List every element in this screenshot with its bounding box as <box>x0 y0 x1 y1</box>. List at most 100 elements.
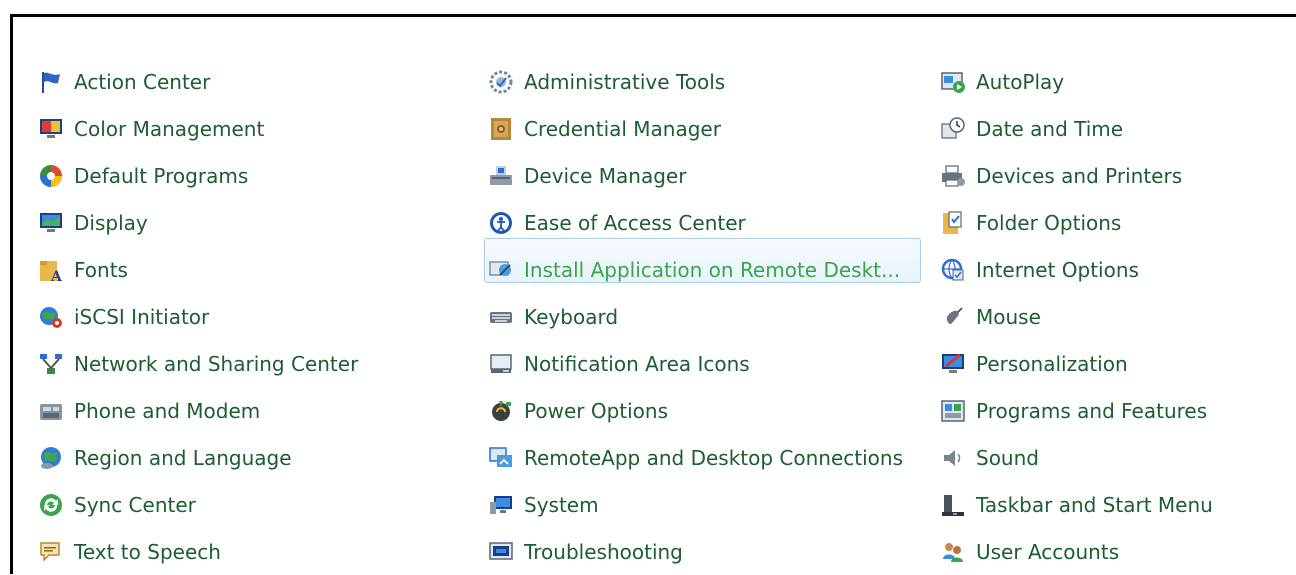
sync-icon <box>36 490 66 520</box>
item-system[interactable]: System <box>486 481 903 528</box>
printer-icon <box>938 161 968 191</box>
speech-icon <box>36 537 66 567</box>
item-administrative-tools[interactable]: Administrative Tools <box>486 58 903 105</box>
clock-icon <box>938 114 968 144</box>
network-icon <box>36 349 66 379</box>
item-label: Programs and Features <box>976 398 1208 423</box>
item-troubleshooting[interactable]: Troubleshooting <box>486 528 903 575</box>
item-label: Text to Speech <box>74 539 221 564</box>
item-label: Credential Manager <box>524 116 721 141</box>
item-phone-and-modem[interactable]: Phone and Modem <box>36 387 358 434</box>
item-internet-options[interactable]: Internet Options <box>938 246 1213 293</box>
item-label: Devices and Printers <box>976 163 1183 188</box>
item-date-and-time[interactable]: Date and Time <box>938 105 1213 152</box>
folder-options-icon <box>938 208 968 238</box>
item-label: Color Management <box>74 116 265 141</box>
item-label: Power Options <box>524 398 668 423</box>
item-label: Network and Sharing Center <box>74 351 359 376</box>
item-label: Fonts <box>74 257 128 282</box>
item-mouse[interactable]: Mouse <box>938 293 1213 340</box>
troubleshooting-icon <box>486 537 516 567</box>
item-ease-of-access-center[interactable]: Ease of Access Center <box>486 199 903 246</box>
device-manager-icon <box>486 161 516 191</box>
item-device-manager[interactable]: Device Manager <box>486 152 903 199</box>
admin-tools-icon <box>486 67 516 97</box>
item-label: Administrative Tools <box>524 69 726 94</box>
default-programs-icon <box>36 161 66 191</box>
system-icon <box>486 490 516 520</box>
item-label: Display <box>74 210 148 235</box>
item-label: System <box>524 492 599 517</box>
autoplay-icon <box>938 67 968 97</box>
item-label: iSCSI Initiator <box>74 304 210 329</box>
programs-icon <box>938 396 968 426</box>
phone-icon <box>36 396 66 426</box>
item-label: Phone and Modem <box>74 398 261 423</box>
item-region-and-language[interactable]: Region and Language <box>36 434 358 481</box>
item-power-options[interactable]: Power Options <box>486 387 903 434</box>
item-label: Region and Language <box>74 445 292 470</box>
personalization-icon <box>938 349 968 379</box>
item-folder-options[interactable]: Folder Options <box>938 199 1213 246</box>
item-programs-and-features[interactable]: Programs and Features <box>938 387 1213 434</box>
item-text-to-speech[interactable]: Text to Speech <box>36 528 358 575</box>
item-label: Troubleshooting <box>524 539 683 564</box>
item-label: Taskbar and Start Menu <box>976 492 1213 517</box>
item-label: Mouse <box>976 304 1041 329</box>
item-label: Default Programs <box>74 163 249 188</box>
column-1: Action Center Color Management Default Pro… <box>36 58 358 575</box>
globe-icon <box>36 443 66 473</box>
vault-icon <box>486 114 516 144</box>
column-2: Administrative Tools Credential Manager De… <box>486 58 903 575</box>
item-label: Keyboard <box>524 304 619 329</box>
item-taskbar-and-start-menu[interactable]: Taskbar and Start Menu <box>938 481 1213 528</box>
item-label: Sound <box>976 445 1039 470</box>
item-default-programs[interactable]: Default Programs <box>36 152 358 199</box>
item-network-and-sharing-center[interactable]: Network and Sharing Center <box>36 340 358 387</box>
item-iscsi-initiator[interactable]: iSCSI Initiator <box>36 293 358 340</box>
item-remoteapp-and-desktop-connections[interactable]: RemoteApp and Desktop Connections <box>486 434 903 481</box>
item-notification-area-icons[interactable]: Notification Area Icons <box>486 340 903 387</box>
item-label: AutoPlay <box>976 69 1065 94</box>
remoteapp-icon <box>486 443 516 473</box>
taskbar-icon <box>938 490 968 520</box>
users-icon <box>938 537 968 567</box>
item-label: Install Application on Remote Deskt... <box>524 257 901 282</box>
item-label: Date and Time <box>976 116 1124 141</box>
item-color-management[interactable]: Color Management <box>36 105 358 152</box>
keyboard-icon <box>486 302 516 332</box>
fonts-folder-icon: A <box>36 255 66 285</box>
color-monitor-icon <box>36 114 66 144</box>
item-label: Internet Options <box>976 257 1139 282</box>
item-label: Personalization <box>976 351 1128 376</box>
item-devices-and-printers[interactable]: Devices and Printers <box>938 152 1213 199</box>
item-sync-center[interactable]: Sync Center <box>36 481 358 528</box>
item-action-center[interactable]: Action Center <box>36 58 358 105</box>
item-sound[interactable]: Sound <box>938 434 1213 481</box>
item-label: Device Manager <box>524 163 687 188</box>
ease-of-access-icon <box>486 208 516 238</box>
item-label: User Accounts <box>976 539 1120 564</box>
flag-icon <box>36 67 66 97</box>
item-fonts[interactable]: A Fonts <box>36 246 358 293</box>
globe-network-icon <box>36 302 66 332</box>
item-label: Notification Area Icons <box>524 351 750 376</box>
item-display[interactable]: Display <box>36 199 358 246</box>
item-autoplay[interactable]: AutoPlay <box>938 58 1213 105</box>
install-remote-icon <box>486 255 516 285</box>
item-label: Ease of Access Center <box>524 210 746 235</box>
item-label: Folder Options <box>976 210 1122 235</box>
column-3: AutoPlay Date and Time Devices and Printer… <box>938 58 1213 575</box>
display-icon <box>36 208 66 238</box>
item-label: Action Center <box>74 69 211 94</box>
svg-text:A: A <box>50 269 63 283</box>
item-label: Sync Center <box>74 492 196 517</box>
item-install-application-on-remote-deskt[interactable]: Install Application on Remote Deskt... <box>486 246 903 293</box>
item-credential-manager[interactable]: Credential Manager <box>486 105 903 152</box>
internet-options-icon <box>938 255 968 285</box>
item-personalization[interactable]: Personalization <box>938 340 1213 387</box>
power-icon <box>486 396 516 426</box>
item-label: RemoteApp and Desktop Connections <box>524 445 904 470</box>
item-keyboard[interactable]: Keyboard <box>486 293 903 340</box>
item-user-accounts[interactable]: User Accounts <box>938 528 1213 575</box>
